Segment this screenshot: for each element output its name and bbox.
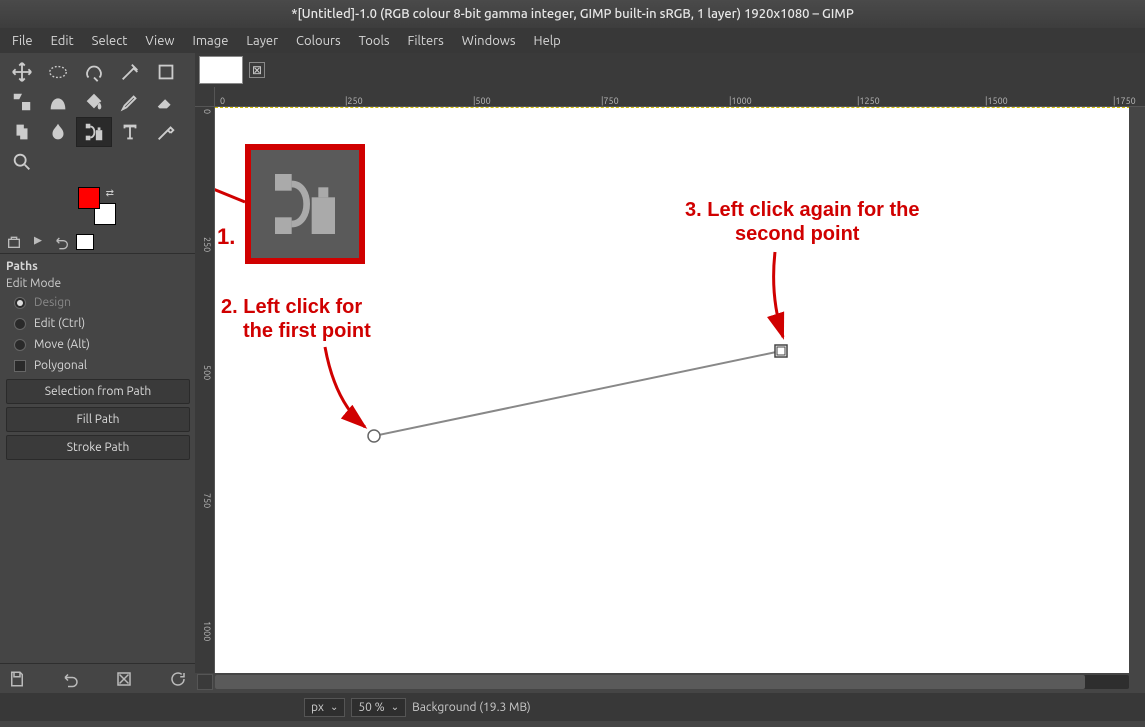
annotation-step3-line2: second point xyxy=(735,223,859,246)
zoom-selector[interactable]: 50 %⌄ xyxy=(351,698,406,717)
unit-selector[interactable]: px⌄ xyxy=(304,698,345,717)
menu-layer[interactable]: Layer xyxy=(238,31,286,51)
delete-options-icon[interactable] xyxy=(115,670,133,688)
dock-tabs xyxy=(0,231,195,254)
canvas-viewport[interactable]: 1. 2. Left click for the first point 3. … xyxy=(215,107,1129,673)
annotation-step2-line1: 2. Left click for xyxy=(221,296,362,319)
fill-path-button[interactable]: Fill Path xyxy=(6,407,190,432)
ruler-origin[interactable] xyxy=(195,87,215,107)
annotation-arrow-3 xyxy=(765,247,805,347)
status-layer-info: Background (19.3 MB) xyxy=(412,701,531,714)
close-tab-icon[interactable]: ⊠ xyxy=(249,62,265,78)
annotation-step1: 1. xyxy=(217,224,235,250)
menu-bar: File Edit Select View Image Layer Colour… xyxy=(0,28,1145,53)
quick-nav-icon[interactable] xyxy=(197,674,213,690)
save-options-icon[interactable] xyxy=(8,670,26,688)
menu-image[interactable]: Image xyxy=(185,31,237,51)
panel-bottom-bar xyxy=(0,663,195,693)
selection-from-path-button[interactable]: Selection from Path xyxy=(6,379,190,404)
color-picker-tool-icon[interactable] xyxy=(148,117,184,147)
vertical-ruler[interactable]: 02505007501000 xyxy=(195,107,215,673)
left-panel: ⇄ Paths Edit Mode Design Edit (Ctrl) Mov… xyxy=(0,53,195,693)
radio-edit[interactable]: Edit (Ctrl) xyxy=(6,313,189,334)
crop-tool-icon[interactable] xyxy=(148,57,184,87)
undo-history-tab-icon[interactable] xyxy=(52,233,72,251)
check-polygonal[interactable]: Polygonal xyxy=(6,355,189,376)
stroke-path-button[interactable]: Stroke Path xyxy=(6,435,190,460)
text-tool-icon[interactable] xyxy=(112,117,148,147)
move-tool-icon[interactable] xyxy=(4,57,40,87)
bucket-fill-tool-icon[interactable] xyxy=(76,87,112,117)
restore-options-icon[interactable] xyxy=(62,670,80,688)
warp-tool-icon[interactable] xyxy=(40,87,76,117)
status-bar: px⌄ 50 %⌄ Background (19.3 MB) xyxy=(0,693,1145,721)
menu-help[interactable]: Help xyxy=(526,31,569,51)
color-area: ⇄ xyxy=(0,181,195,231)
radio-move[interactable]: Move (Alt) xyxy=(6,334,189,355)
paintbrush-tool-icon[interactable] xyxy=(112,87,148,117)
menu-tools[interactable]: Tools xyxy=(351,31,398,51)
radio-design[interactable]: Design xyxy=(6,292,189,313)
window-title: *[Untitled]-1.0 (RGB colour 8-bit gamma … xyxy=(0,0,1145,28)
annotation-arrow-1 xyxy=(215,147,255,207)
horizontal-ruler[interactable]: 0|250|500|750|1000|1250|1500|1750 xyxy=(215,87,1145,107)
rotate-tool-icon[interactable] xyxy=(4,87,40,117)
horizontal-scrollbar[interactable] xyxy=(215,675,1129,689)
free-select-tool-icon[interactable] xyxy=(76,57,112,87)
paths-tool-icon[interactable] xyxy=(76,117,112,147)
tool-options-panel: Paths Edit Mode Design Edit (Ctrl) Move … xyxy=(0,254,195,663)
smudge-tool-icon[interactable] xyxy=(40,117,76,147)
menu-filters[interactable]: Filters xyxy=(400,31,452,51)
ellipse-select-tool-icon[interactable] xyxy=(40,57,76,87)
tool-options-tab-icon[interactable] xyxy=(4,233,24,251)
menu-colours[interactable]: Colours xyxy=(288,31,349,51)
fuzzy-select-tool-icon[interactable] xyxy=(112,57,148,87)
clone-tool-icon[interactable] xyxy=(4,117,40,147)
annotation-arrow-2 xyxy=(315,342,395,442)
menu-windows[interactable]: Windows xyxy=(454,31,524,51)
annotation-step2-line2: the first point xyxy=(243,320,371,343)
device-status-tab-icon[interactable] xyxy=(28,233,48,251)
reset-options-icon[interactable] xyxy=(169,670,187,688)
annotation-tool-highlight xyxy=(245,144,365,264)
toolbox xyxy=(0,53,195,181)
swap-colors-icon[interactable]: ⇄ xyxy=(106,187,114,199)
canvas-area: ⊠ 0|250|500|750|1000|1250|1500|1750 0250… xyxy=(195,53,1145,693)
eraser-tool-icon[interactable] xyxy=(148,87,184,117)
fg-color-swatch[interactable] xyxy=(78,187,100,209)
image-tab-thumbnail[interactable] xyxy=(199,56,243,84)
menu-view[interactable]: View xyxy=(137,31,182,51)
tool-options-title: Paths xyxy=(6,258,189,275)
menu-file[interactable]: File xyxy=(4,31,41,51)
menu-select[interactable]: Select xyxy=(84,31,136,51)
canvas[interactable]: 1. 2. Left click for the first point 3. … xyxy=(215,107,1129,673)
annotation-step3-line1: 3. Left click again for the xyxy=(685,199,920,222)
images-tab-icon[interactable] xyxy=(76,234,94,250)
image-tabs: ⊠ xyxy=(195,53,1145,87)
menu-edit[interactable]: Edit xyxy=(43,31,82,51)
zoom-tool-icon[interactable] xyxy=(4,147,40,177)
edit-mode-label: Edit Mode xyxy=(6,275,189,292)
